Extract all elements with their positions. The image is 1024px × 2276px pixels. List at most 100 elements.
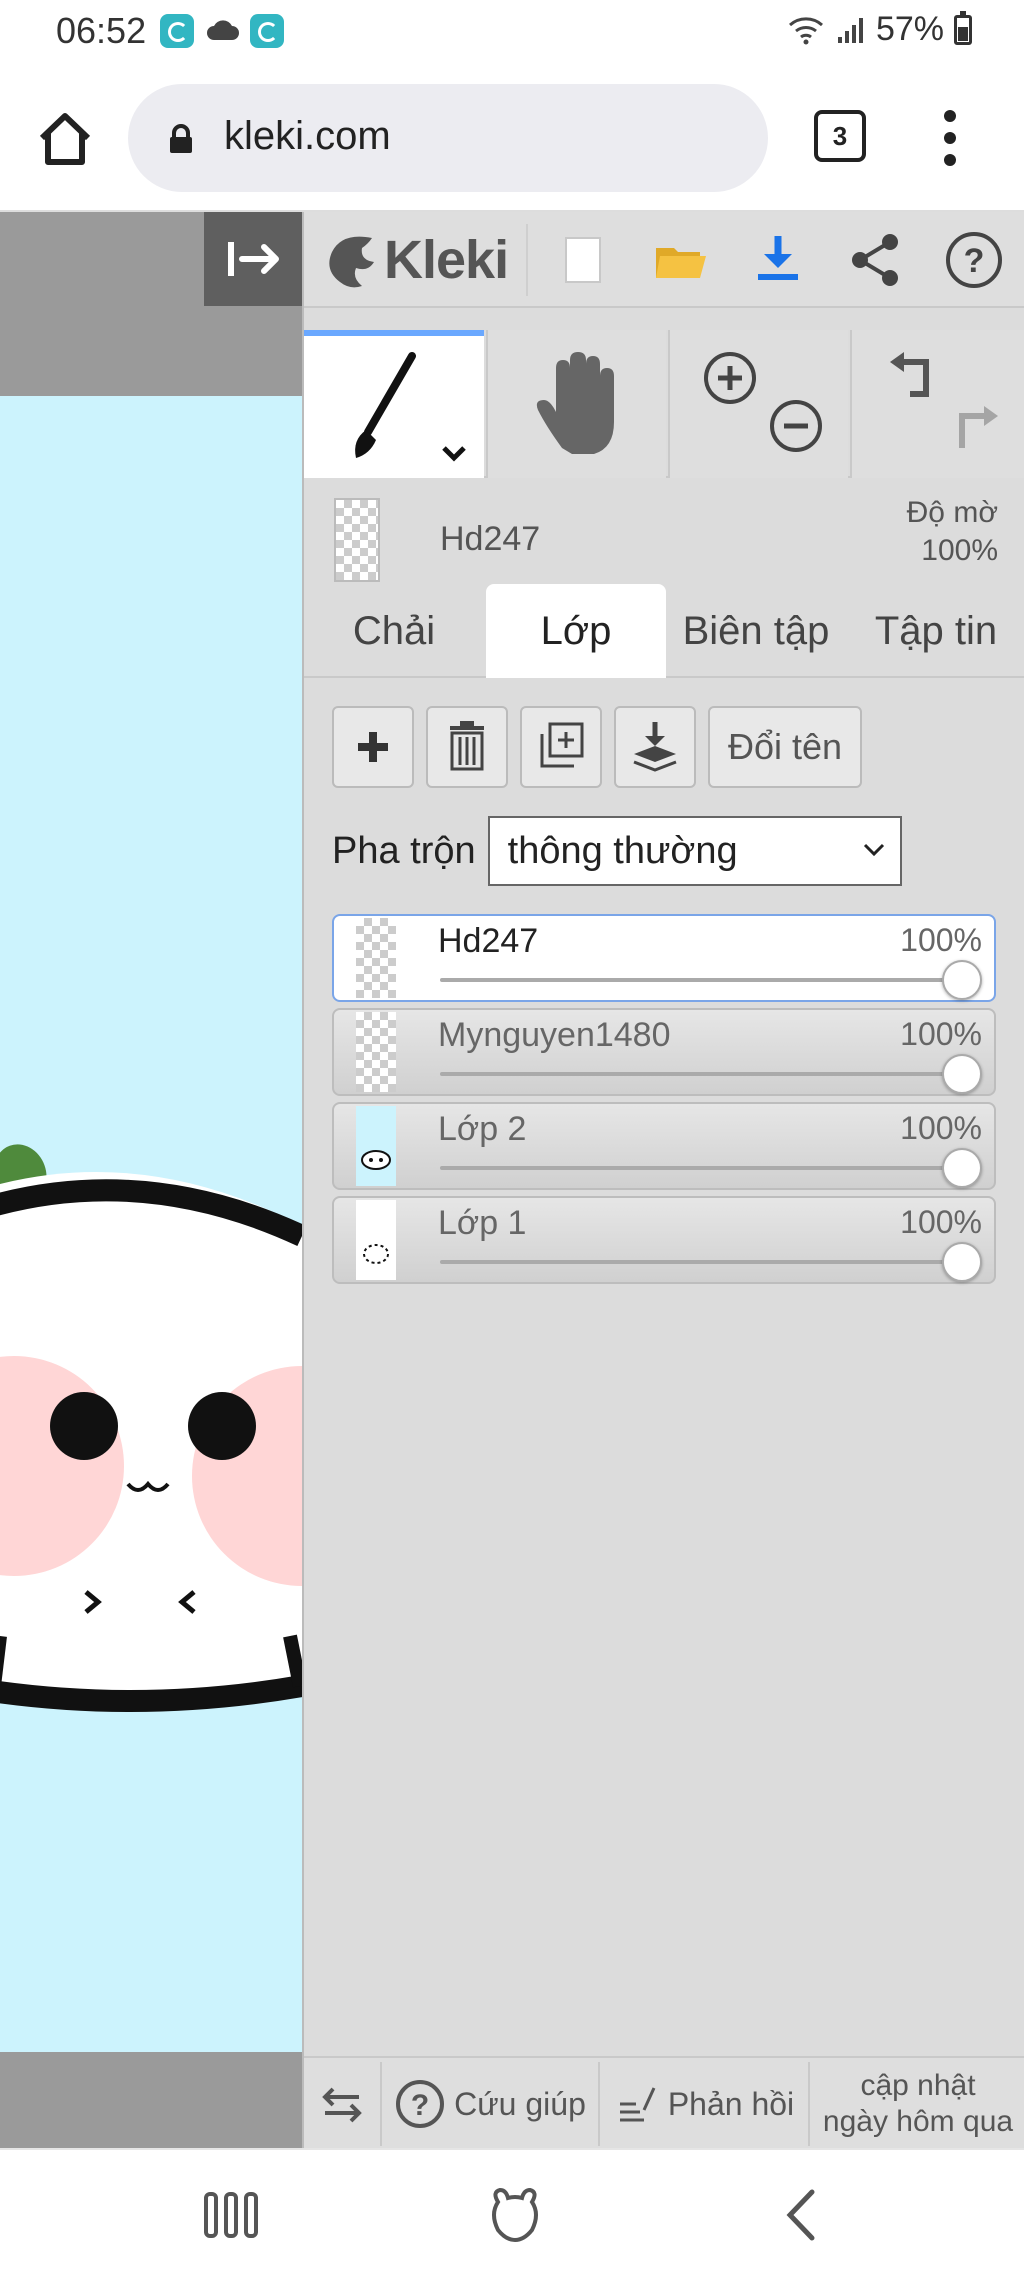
arrow-right-bar-icon xyxy=(228,242,279,276)
logo-text: Kleki xyxy=(384,230,509,290)
rename-layer-button[interactable]: Đổi tên xyxy=(708,706,862,788)
help-button[interactable]: ? Cứu giúp xyxy=(382,2058,598,2150)
layer-thumbnail xyxy=(356,918,396,998)
opacity-label: Độ mờ xyxy=(906,496,998,529)
current-layer-name: Hd247 xyxy=(440,520,541,558)
layer-opacity: 100% xyxy=(900,922,982,958)
url-text: kleki.com xyxy=(224,114,391,158)
merge-down-icon xyxy=(633,722,677,772)
layer-item-lop-1[interactable]: Lớp 1 100% xyxy=(332,1196,996,1284)
panel-topbar: Kleki ? xyxy=(304,212,1024,308)
tab-edit[interactable]: Biên tập xyxy=(666,584,846,678)
canvas-area[interactable] xyxy=(0,212,302,2148)
layer-name: Hd247 xyxy=(438,922,539,960)
tool-selector xyxy=(304,330,1024,478)
duplicate-layer-button[interactable] xyxy=(520,706,602,788)
wifi-icon xyxy=(788,16,823,44)
blend-mode-select[interactable]: thông thường xyxy=(487,816,902,886)
feedback-label: Phản hồi xyxy=(667,2085,795,2122)
hand-tool-button[interactable] xyxy=(486,330,666,478)
delete-layer-button[interactable] xyxy=(426,706,508,788)
help-circle-icon: ? xyxy=(396,2080,445,2128)
open-folder-icon[interactable] xyxy=(650,230,710,290)
layer-name: Lớp 1 xyxy=(438,1204,527,1242)
help-icon[interactable]: ? xyxy=(944,230,1004,290)
drawing-canvas[interactable] xyxy=(0,396,302,2052)
tab-brush[interactable]: Chải xyxy=(304,584,484,678)
layer-thumbnail xyxy=(356,1200,396,1280)
duplicate-layer-icon xyxy=(540,722,584,768)
download-icon[interactable] xyxy=(748,230,808,290)
delete-layer-icon xyxy=(450,721,484,771)
update-info-link[interactable]: cập nhật ngày hôm qua xyxy=(810,2058,1024,2150)
layer-item-hd247[interactable]: Hd247 100% xyxy=(332,914,996,1002)
merge-down-button[interactable] xyxy=(614,706,696,788)
layer-name: Mynguyen1480 xyxy=(438,1016,671,1054)
battery-icon xyxy=(954,10,972,45)
opacity-slider-handle[interactable] xyxy=(942,1148,982,1188)
opacity-slider-handle[interactable] xyxy=(942,1054,982,1094)
brush-tool-button[interactable] xyxy=(304,330,484,478)
status-bar: 06:52 57% xyxy=(0,0,1024,64)
layer-opacity: 100% xyxy=(900,1016,982,1052)
add-layer-button[interactable] xyxy=(332,706,414,788)
app-notification-icon xyxy=(250,14,284,48)
layer-thumbnail xyxy=(356,1106,396,1186)
browser-menu-icon[interactable] xyxy=(930,104,970,174)
battery-percent: 57% xyxy=(875,10,944,48)
tab-switcher-button[interactable]: 3 xyxy=(814,110,866,162)
kleki-logo[interactable]: Kleki xyxy=(322,222,509,298)
collapse-panel-button[interactable] xyxy=(204,212,302,306)
redo-icon[interactable] xyxy=(948,402,1008,462)
swap-arrows-icon xyxy=(322,2087,362,2123)
layer-thumbnail xyxy=(356,1012,396,1092)
share-icon[interactable] xyxy=(846,230,906,290)
feedback-button[interactable]: Phản hồi xyxy=(600,2058,808,2150)
blend-mode-label: Pha trộn xyxy=(332,829,476,872)
layer-actions: Đổi tên xyxy=(332,706,862,788)
home-icon[interactable] xyxy=(30,104,100,174)
cloud-icon xyxy=(207,20,239,40)
opacity-slider-track[interactable] xyxy=(440,1072,960,1076)
help-label: Cứu giúp xyxy=(454,2085,586,2122)
new-image-icon[interactable] xyxy=(552,230,612,290)
status-right: 57% xyxy=(786,10,972,49)
opacity-slider-handle[interactable] xyxy=(942,1242,982,1282)
home-bear-icon[interactable] xyxy=(480,2180,550,2250)
app-notification-icon xyxy=(160,14,194,48)
zoom-in-icon[interactable] xyxy=(700,348,760,408)
zoom-out-icon[interactable] xyxy=(766,396,826,456)
opacity-slider-track[interactable] xyxy=(440,1166,960,1170)
opacity-slider-track[interactable] xyxy=(440,978,960,982)
recent-apps-icon[interactable] xyxy=(196,2180,266,2250)
layer-list: Hd247 100% Mynguyen1480 100% Lớp 2 100% xyxy=(332,914,996,1290)
kleki-bird-icon xyxy=(329,236,374,288)
layer-item-mynguyen1480[interactable]: Mynguyen1480 100% xyxy=(332,1008,996,1096)
current-layer-info: Hd247 Độ mờ 100% xyxy=(304,480,1024,582)
canvas-artwork xyxy=(0,1144,302,1712)
current-layer-thumbnail xyxy=(334,498,380,582)
opacity-slider-handle[interactable] xyxy=(942,960,982,1000)
back-icon[interactable] xyxy=(768,2180,838,2250)
opacity-slider-track[interactable] xyxy=(440,1260,960,1264)
update-line-2: ngày hôm qua xyxy=(822,2105,1014,2138)
panel-bottom-bar: ? Cứu giúp Phản hồi cập nhật ngày hôm qu… xyxy=(304,2056,1024,2148)
tab-file[interactable]: Tập tin xyxy=(846,584,1024,678)
opacity-value: 100% xyxy=(921,534,998,567)
chevron-down-icon xyxy=(863,843,884,857)
layer-item-lop-2[interactable]: Lớp 2 100% xyxy=(332,1102,996,1190)
opacity-display: Độ mờ 100% xyxy=(907,494,998,570)
svg-text:?: ? xyxy=(964,242,985,280)
swap-panel-button[interactable] xyxy=(304,2058,380,2150)
undo-icon[interactable] xyxy=(880,348,940,408)
feedback-pen-icon xyxy=(619,2087,656,2122)
tab-layers[interactable]: Lớp xyxy=(486,584,666,678)
signal-icon xyxy=(837,17,863,43)
hand-icon xyxy=(536,352,614,454)
layer-opacity: 100% xyxy=(900,1204,982,1240)
blend-mode-row: Pha trộn thông thường xyxy=(332,816,902,886)
address-bar[interactable]: kleki.com xyxy=(128,84,768,192)
tool-panel: Kleki ? Hd247 Độ mờ 100% Chải Lớp Biên t… xyxy=(302,212,1024,2148)
lock-icon xyxy=(170,124,192,153)
layer-opacity: 100% xyxy=(900,1110,982,1146)
